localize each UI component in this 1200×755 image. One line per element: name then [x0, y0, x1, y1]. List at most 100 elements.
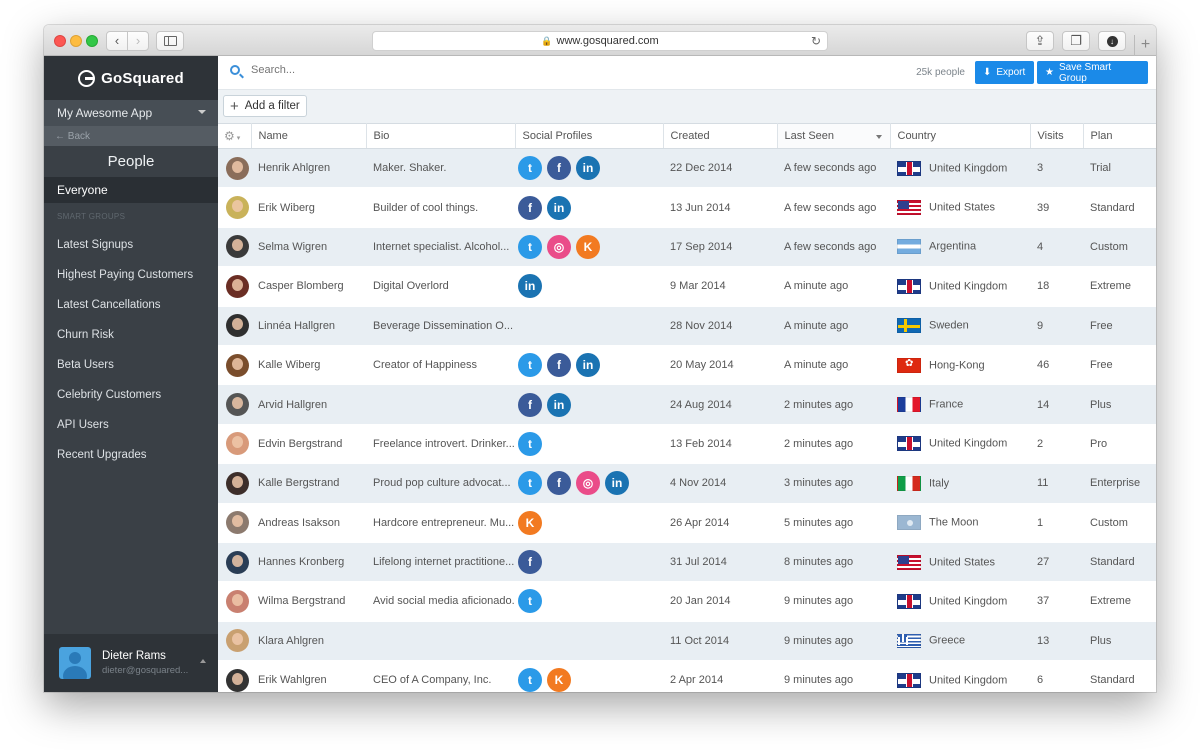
column-header-visits[interactable]: Visits [1030, 124, 1083, 149]
name-cell[interactable]: Hannes Kronberg [251, 542, 366, 581]
facebook-icon[interactable]: f [547, 353, 571, 377]
name-cell[interactable]: Kalle Bergstrand [251, 464, 366, 503]
avatar[interactable] [226, 275, 249, 298]
sidebar-item-beta-users[interactable]: Beta Users [44, 350, 218, 380]
facebook-icon[interactable]: f [518, 550, 542, 574]
linkedin-icon[interactable]: in [576, 156, 600, 180]
name-cell[interactable]: Selma Wigren [251, 227, 366, 266]
twitter-icon[interactable]: t [518, 156, 542, 180]
table-row[interactable]: Edvin BergstrandFreelance introvert. Dri… [218, 424, 1156, 463]
reload-icon[interactable]: ↻ [811, 34, 821, 48]
avatar[interactable] [226, 157, 249, 180]
twitter-icon[interactable]: t [518, 432, 542, 456]
table-row[interactable]: Andreas IsaksonHardcore entrepreneur. Mu… [218, 503, 1156, 542]
name-cell[interactable]: Henrik Ahlgren [251, 149, 366, 188]
sidebar-item-everyone[interactable]: Everyone [44, 177, 218, 203]
sidebar-item-recent-upgrades[interactable]: Recent Upgrades [44, 440, 218, 470]
linkedin-icon[interactable]: in [576, 353, 600, 377]
avatar[interactable] [226, 590, 249, 613]
new-tab-button[interactable]: + [1134, 35, 1156, 56]
address-bar[interactable]: 🔒 www.gosquared.com ↻ [372, 31, 828, 51]
user-account[interactable]: Dieter Rams dieter@gosquared... [44, 634, 218, 692]
name-cell[interactable]: Erik Wahlgren [251, 661, 366, 692]
avatar[interactable] [226, 551, 249, 574]
table-row[interactable]: Erik WahlgrenCEO of A Company, Inc.tK2 A… [218, 661, 1156, 692]
search-input[interactable] [251, 64, 551, 76]
sort-caret-icon[interactable] [876, 135, 882, 139]
table-row[interactable]: Kalle WibergCreator of Happinesstfin20 M… [218, 345, 1156, 384]
sidebar-item-churn-risk[interactable]: Churn Risk [44, 320, 218, 350]
name-cell[interactable]: Casper Blomberg [251, 267, 366, 306]
linkedin-icon[interactable]: in [605, 471, 629, 495]
table-row[interactable]: Linnéa HallgrenBeverage Dissemination O.… [218, 306, 1156, 345]
column-header-country[interactable]: Country [890, 124, 1030, 149]
twitter-icon[interactable]: t [518, 471, 542, 495]
avatar[interactable] [226, 196, 249, 219]
sidebar-item-api-users[interactable]: API Users [44, 410, 218, 440]
export-button[interactable]: ⬇Export [975, 61, 1034, 84]
avatar[interactable] [226, 393, 249, 416]
avatar[interactable] [226, 629, 249, 652]
close-window-button[interactable] [54, 35, 66, 47]
facebook-icon[interactable]: f [518, 393, 542, 417]
klout-icon[interactable]: K [518, 511, 542, 535]
table-row[interactable]: Selma WigrenInternet specialist. Alcohol… [218, 227, 1156, 266]
linkedin-icon[interactable]: in [547, 393, 571, 417]
minimize-window-button[interactable] [70, 35, 82, 47]
show-tabs-button[interactable]: ❐ [1062, 31, 1090, 51]
column-header-social-profiles[interactable]: Social Profiles [515, 124, 663, 149]
name-cell[interactable]: Klara Ahlgren [251, 621, 366, 660]
sidebar-item-latest-cancellations[interactable]: Latest Cancellations [44, 290, 218, 320]
add-filter-button[interactable]: +Add a filter [223, 95, 307, 117]
avatar[interactable] [226, 354, 249, 377]
dribbble-icon[interactable]: ◎ [547, 235, 571, 259]
share-button[interactable]: ⇪ [1026, 31, 1054, 51]
column-header-last-seen[interactable]: Last Seen [777, 124, 890, 149]
dribbble-icon[interactable]: ◎ [576, 471, 600, 495]
save-smart-group-button[interactable]: ★Save Smart Group [1037, 61, 1148, 84]
klout-icon[interactable]: K [576, 235, 600, 259]
sidebar-item-latest-signups[interactable]: Latest Signups [44, 230, 218, 260]
name-cell[interactable]: Arvid Hallgren [251, 385, 366, 424]
avatar[interactable] [226, 314, 249, 337]
avatar[interactable] [226, 669, 249, 692]
facebook-icon[interactable]: f [547, 471, 571, 495]
table-row[interactable]: Kalle BergstrandProud pop culture advoca… [218, 464, 1156, 503]
name-cell[interactable]: Linnéa Hallgren [251, 306, 366, 345]
facebook-icon[interactable]: f [547, 156, 571, 180]
table-row[interactable]: Casper BlombergDigital Overlordin9 Mar 2… [218, 267, 1156, 306]
twitter-icon[interactable]: t [518, 235, 542, 259]
linkedin-icon[interactable]: in [518, 274, 542, 298]
table-row[interactable]: Arvid Hallgrenfin24 Aug 20142 minutes ag… [218, 385, 1156, 424]
name-cell[interactable]: Erik Wiberg [251, 188, 366, 227]
name-cell[interactable]: Wilma Bergstrand [251, 582, 366, 621]
name-cell[interactable]: Edvin Bergstrand [251, 424, 366, 463]
twitter-icon[interactable]: t [518, 589, 542, 613]
back-button[interactable]: ‹ [107, 32, 127, 50]
column-header-name[interactable]: Name [251, 124, 366, 149]
sidebar-item-celebrity-customers[interactable]: Celebrity Customers [44, 380, 218, 410]
table-row[interactable]: Klara Ahlgren11 Oct 20149 minutes agoGre… [218, 621, 1156, 660]
column-settings-button[interactable]: ⚙▾ [218, 124, 251, 149]
table-row[interactable]: Henrik AhlgrenMaker. Shaker.tfin22 Dec 2… [218, 149, 1156, 188]
twitter-icon[interactable]: t [518, 353, 542, 377]
avatar[interactable] [226, 472, 249, 495]
column-header-bio[interactable]: Bio [366, 124, 515, 149]
sidebar-toggle-button[interactable] [156, 31, 184, 51]
twitter-icon[interactable]: t [518, 668, 542, 692]
sidebar-item-highest-paying-customers[interactable]: Highest Paying Customers [44, 260, 218, 290]
forward-button[interactable]: › [127, 32, 148, 50]
table-row[interactable]: Erik WibergBuilder of cool things.fin13 … [218, 188, 1156, 227]
facebook-icon[interactable]: f [518, 196, 542, 220]
downloads-button[interactable]: ↓ [1098, 31, 1126, 51]
avatar[interactable] [226, 511, 249, 534]
avatar[interactable] [226, 432, 249, 455]
name-cell[interactable]: Andreas Isakson [251, 503, 366, 542]
linkedin-icon[interactable]: in [547, 196, 571, 220]
zoom-window-button[interactable] [86, 35, 98, 47]
klout-icon[interactable]: K [547, 668, 571, 692]
back-link[interactable]: ← Back [44, 126, 218, 146]
table-row[interactable]: Hannes KronbergLifelong internet practit… [218, 542, 1156, 581]
app-selector[interactable]: My Awesome App [44, 100, 218, 126]
name-cell[interactable]: Kalle Wiberg [251, 345, 366, 384]
